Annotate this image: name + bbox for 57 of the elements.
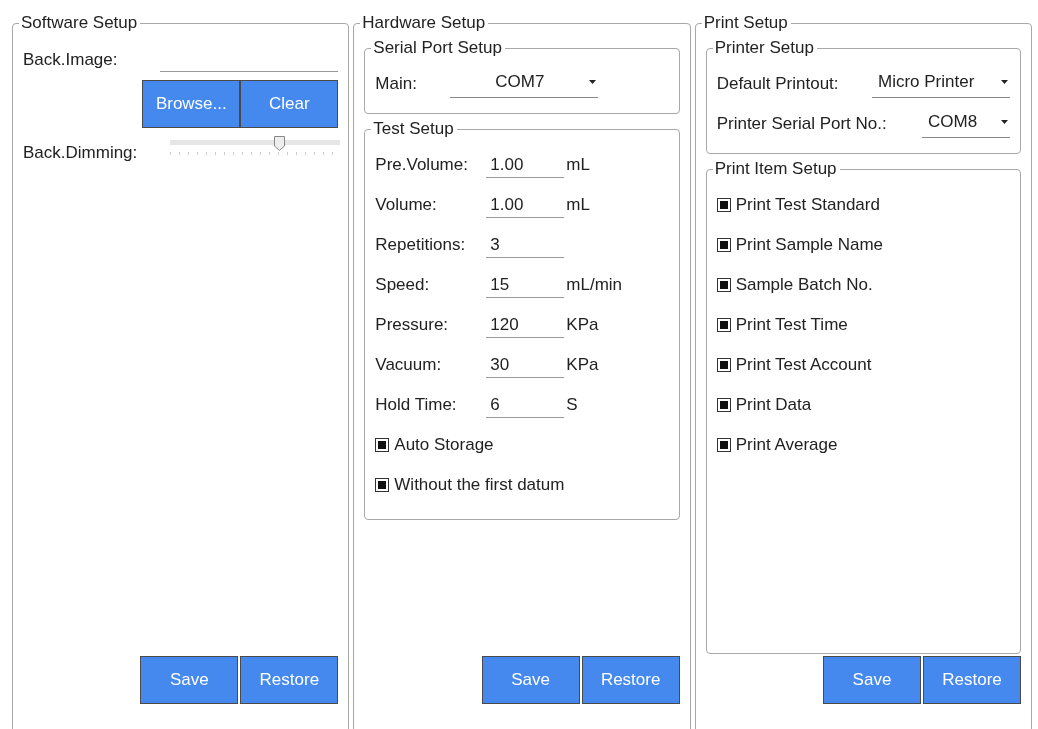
checkbox-label: Print Test Account	[735, 354, 872, 377]
number-field[interactable]: 1.00	[486, 151, 565, 179]
checkbox[interactable]	[716, 318, 731, 333]
unit-label: KPa	[566, 314, 599, 337]
dropdown[interactable]: Micro Printer	[872, 69, 1010, 98]
field-label: Printer Serial Port No.:	[716, 112, 887, 135]
field-label: Default Printout:	[716, 72, 839, 95]
checkbox[interactable]	[716, 438, 731, 453]
number-field[interactable]: 30	[486, 351, 565, 379]
checkbox-label: Print Test Time	[735, 314, 848, 337]
number-field[interactable]: 6	[486, 391, 565, 419]
checkbox-label: Print Test Standard	[735, 194, 880, 217]
checkbox-label: Auto Storage	[394, 434, 494, 457]
checkbox[interactable]	[716, 278, 731, 293]
number-field[interactable]: 15	[486, 271, 565, 299]
slider-thumb[interactable]	[274, 136, 286, 152]
field-label: Hold Time:	[375, 394, 458, 417]
dropdown[interactable]: COM8	[922, 109, 1010, 138]
checkbox[interactable]	[716, 238, 731, 253]
field-label: Pressure:	[375, 314, 450, 337]
group-title: Serial Port Setup	[372, 38, 503, 58]
group-title: Test Setup	[372, 120, 455, 140]
field-label: Main:	[375, 72, 418, 95]
field-label: Repetitions:	[375, 234, 467, 257]
group-title: Print Setup	[702, 14, 789, 33]
checkbox-label: Print Sample Name	[735, 234, 884, 257]
checkbox[interactable]	[375, 478, 390, 493]
field-label: Vacuum:	[375, 354, 443, 377]
group-title: Print Item Setup	[713, 160, 838, 180]
number-field[interactable]: 1.00	[486, 191, 565, 219]
caret-icon	[1001, 79, 1008, 84]
field-label: Pre.Volume:	[375, 154, 469, 177]
checkbox-label: Without the first datum	[394, 474, 565, 497]
unit-label: mL	[566, 154, 590, 177]
checkbox[interactable]	[716, 198, 731, 213]
group-title: Printer Setup	[713, 38, 815, 58]
caret-icon	[1001, 119, 1008, 124]
checkbox[interactable]	[716, 398, 731, 413]
checkbox[interactable]	[375, 438, 390, 453]
checkbox-label: Print Average	[735, 434, 838, 457]
field-label: Speed:	[375, 274, 431, 297]
group-title: Software Setup	[20, 14, 139, 33]
field-label: Volume:	[375, 194, 438, 217]
unit-label: mL/min	[566, 274, 623, 297]
group-title: Hardware Setup	[361, 14, 487, 33]
field-label: Back.Dimming:	[23, 142, 138, 165]
dropdown[interactable]: COM7	[450, 69, 599, 98]
unit-label: mL	[566, 194, 590, 217]
checkbox[interactable]	[716, 358, 731, 373]
unit-label: S	[566, 394, 578, 417]
checkbox-label: Sample Batch No.	[735, 274, 873, 297]
number-field[interactable]: 120	[486, 311, 565, 339]
field-label: Back.Image:	[23, 48, 118, 71]
number-field[interactable]: 3	[486, 231, 565, 259]
unit-label: KPa	[566, 354, 599, 377]
caret-icon	[589, 79, 597, 84]
checkbox-label: Print Data	[735, 394, 812, 417]
